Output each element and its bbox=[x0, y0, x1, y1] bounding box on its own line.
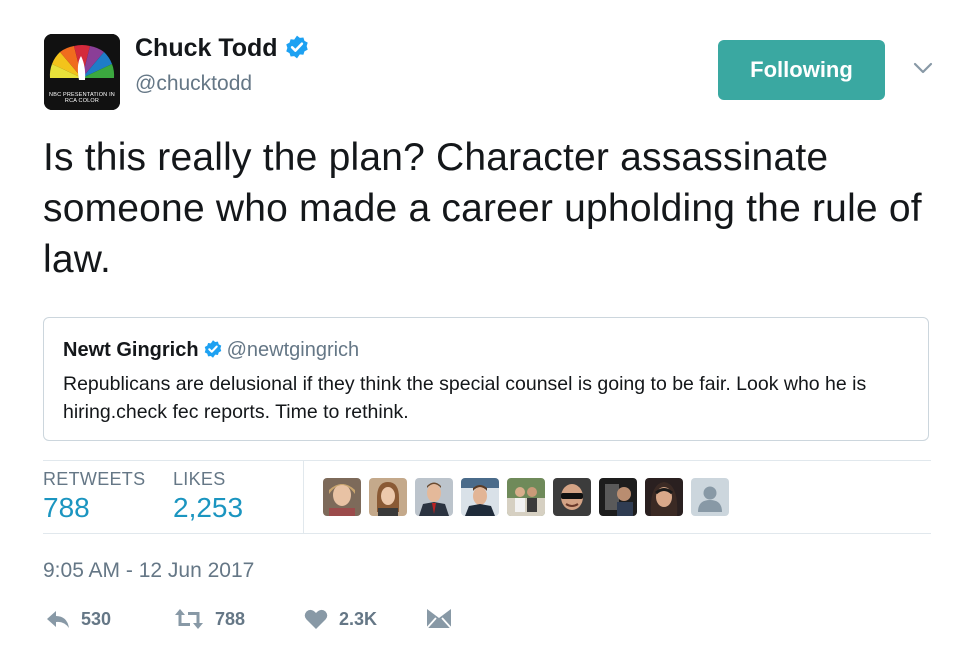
default-avatar-icon[interactable] bbox=[691, 478, 729, 516]
retweets-label[interactable]: RETWEETS bbox=[43, 469, 145, 490]
liker-avatar-5[interactable] bbox=[507, 478, 545, 516]
likes-count[interactable]: 2,253 bbox=[173, 492, 243, 524]
quoted-author-handle: @newtgingrich bbox=[226, 339, 360, 361]
tweet-text: Is this really the plan? Character assas… bbox=[43, 136, 922, 281]
envelope-icon bbox=[426, 609, 452, 629]
retweet-count: 788 bbox=[215, 608, 246, 629]
quoted-author: Newt Gingrich @newtgingrich bbox=[63, 339, 359, 362]
reply-count: 530 bbox=[81, 608, 112, 629]
liker-avatar-4[interactable] bbox=[461, 478, 499, 516]
tweet-timestamp[interactable]: 9:05 AM - 12 Jun 2017 bbox=[43, 559, 254, 583]
author-handle[interactable]: @chucktodd bbox=[135, 72, 252, 96]
quoted-tweet[interactable]: Newt Gingrich @newtgingrich Republicans … bbox=[43, 317, 929, 441]
direct-message-button[interactable] bbox=[425, 606, 453, 632]
liker-avatar-6[interactable] bbox=[553, 478, 591, 516]
stats-separator bbox=[303, 461, 304, 533]
reply-button[interactable]: 530 bbox=[45, 606, 111, 632]
stats-top-divider bbox=[43, 460, 931, 461]
retweets-count[interactable]: 788 bbox=[43, 492, 90, 524]
reply-icon bbox=[47, 611, 69, 628]
following-button[interactable]: Following bbox=[718, 40, 885, 100]
verified-badge-icon bbox=[285, 36, 308, 59]
like-button[interactable]: 2.3K bbox=[303, 606, 377, 632]
liker-avatar-8[interactable] bbox=[645, 478, 683, 516]
author-avatar[interactable]: NBC PRESENTATION IN RCA COLOR bbox=[44, 34, 120, 110]
retweet-button[interactable]: 788 bbox=[173, 606, 245, 632]
stats-bottom-divider bbox=[43, 533, 931, 534]
chevron-down-icon[interactable] bbox=[910, 58, 936, 78]
liker-avatar-7[interactable] bbox=[599, 478, 637, 516]
liker-avatar-1[interactable] bbox=[323, 478, 361, 516]
likers-row bbox=[323, 478, 729, 516]
likes-label[interactable]: LIKES bbox=[173, 469, 226, 490]
liker-avatar-2[interactable] bbox=[369, 478, 407, 516]
author-name-text: Chuck Todd bbox=[135, 34, 278, 62]
avatar-caption: NBC PRESENTATION IN RCA COLOR bbox=[49, 92, 115, 104]
liker-avatar-3[interactable] bbox=[415, 478, 453, 516]
retweet-icon bbox=[175, 609, 203, 629]
like-count: 2.3K bbox=[339, 608, 378, 629]
author-name[interactable]: Chuck Todd bbox=[135, 34, 310, 63]
quoted-tweet-text: Republicans are delusional if they think… bbox=[63, 373, 867, 423]
verified-badge-icon bbox=[204, 340, 221, 358]
heart-icon bbox=[304, 609, 328, 629]
quoted-author-name: Newt Gingrich bbox=[63, 339, 199, 361]
